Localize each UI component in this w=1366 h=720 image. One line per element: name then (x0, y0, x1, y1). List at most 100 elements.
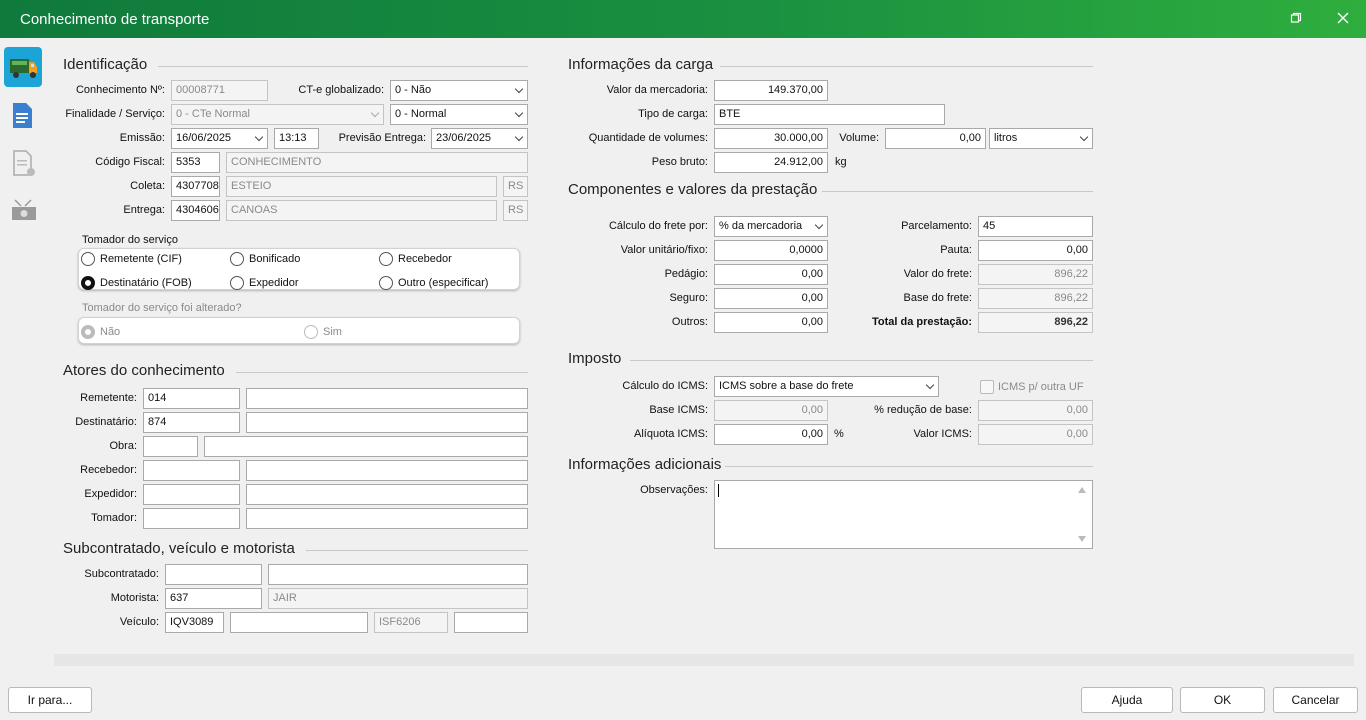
valor-icms-label: Valor ICMS: (913, 428, 972, 440)
aliquota-icms-label: Alíquota ICMS: (634, 428, 708, 440)
close-icon[interactable] (1333, 9, 1353, 29)
peso-bruto-input[interactable]: 24.912,00 (714, 152, 828, 173)
previsao-label: Previsão Entrega: (338, 132, 426, 144)
radio-sim[interactable]: Sim (304, 323, 342, 341)
coleta-code-input[interactable]: 4307708 (171, 176, 220, 197)
entrega-city: CANOAS (226, 200, 497, 221)
radio-recebedor[interactable]: Recebedor (379, 250, 452, 268)
cancelar-button[interactable]: Cancelar (1273, 687, 1358, 713)
subcontratado-code-input[interactable] (165, 564, 262, 585)
valor-unitario-label: Valor unitário/fixo: (620, 244, 708, 256)
parcelamento-input[interactable]: 45 (978, 216, 1093, 237)
window-title: Conhecimento de transporte (20, 11, 210, 28)
calculo-frete-select[interactable]: % da mercadoria (714, 216, 828, 237)
destinatario-code-input[interactable]: 874 (143, 412, 240, 433)
emissao-date-input[interactable]: 16/06/2025 (171, 128, 268, 149)
calculo-icms-select[interactable]: ICMS sobre a base do frete (714, 376, 939, 397)
servico-select[interactable]: 0 - Normal (390, 104, 528, 125)
previsao-date-input[interactable]: 23/06/2025 (431, 128, 528, 149)
radio-expedidor[interactable]: Expedidor (230, 274, 299, 292)
sidebar (0, 38, 46, 678)
truck-icon[interactable] (4, 47, 42, 87)
seguro-input[interactable]: 0,00 (714, 288, 828, 309)
total-prestacao-value: 896,22 (978, 312, 1093, 333)
veiculo-extra-input[interactable] (454, 612, 528, 633)
codigo-fiscal-input[interactable]: 5353 (171, 152, 220, 173)
obra-code-input[interactable] (143, 436, 198, 457)
entrega-uf: RS (503, 200, 528, 221)
restore-icon[interactable] (1286, 9, 1306, 29)
finalidade-select[interactable]: 0 - CTe Normal (171, 104, 384, 125)
codigo-fiscal-desc: CONHECIMENTO (226, 152, 528, 173)
adicionais-title: Informações adicionais (568, 456, 722, 473)
divider (306, 550, 528, 551)
radio-destinatario[interactable]: Destinatário (FOB) (81, 274, 192, 292)
codigo-fiscal-label: Código Fiscal: (95, 156, 165, 168)
motorista-name: JAIR (268, 588, 528, 609)
divider (720, 66, 1093, 67)
document-icon[interactable] (4, 95, 42, 135)
peso-unit: kg (835, 156, 847, 168)
ok-button[interactable]: OK (1180, 687, 1265, 713)
subcontratado-name-input[interactable] (268, 564, 528, 585)
obra-name-input[interactable] (204, 436, 528, 457)
finalidade-label: Finalidade / Serviço: (65, 108, 165, 120)
scroll-down-icon[interactable] (1078, 536, 1086, 542)
scroll-up-icon[interactable] (1078, 487, 1086, 493)
outros-label: Outros: (671, 316, 708, 328)
pauta-input[interactable]: 0,00 (978, 240, 1093, 261)
outros-input[interactable]: 0,00 (714, 312, 828, 333)
tomador-code-input[interactable] (143, 508, 240, 529)
radio-bonificado[interactable]: Bonificado (230, 250, 300, 268)
radio-remetente[interactable]: Remetente (CIF) (81, 250, 182, 268)
status-strip (54, 654, 1354, 666)
emissao-time-input[interactable]: 13:13 (274, 128, 319, 149)
remetente-name-input[interactable] (246, 388, 528, 409)
quantidade-volumes-input[interactable]: 30.000,00 (714, 128, 828, 149)
valor-unitario-input[interactable]: 0,0000 (714, 240, 828, 261)
base-frete-value: 896,22 (978, 288, 1093, 309)
reducao-base-value: 0,00 (978, 400, 1093, 421)
remetente-code-input[interactable]: 014 (143, 388, 240, 409)
radio-nao[interactable]: Não (81, 323, 120, 341)
volume-input[interactable]: 0,00 (885, 128, 986, 149)
recebedor-code-input[interactable] (143, 460, 240, 481)
valor-mercadoria-input[interactable]: 149.370,00 (714, 80, 828, 101)
ir-para-button[interactable]: Ir para... (8, 687, 92, 713)
veiculo-desc-input[interactable] (230, 612, 368, 633)
valor-mercadoria-label: Valor da mercadoria: (606, 84, 708, 96)
radio-outro[interactable]: Outro (especificar) (379, 274, 488, 292)
pauta-label: Pauta: (940, 244, 972, 256)
expedidor-label: Expedidor: (84, 488, 137, 500)
recebedor-name-input[interactable] (246, 460, 528, 481)
conhecimento-input[interactable]: 00008771 (171, 80, 268, 101)
recebedor-label: Recebedor: (80, 464, 137, 476)
cte-select[interactable]: 0 - Não (390, 80, 528, 101)
atores-title: Atores do conhecimento (63, 362, 225, 379)
subcontratado-label: Subcontratado: (84, 568, 159, 580)
divider (236, 372, 528, 373)
volume-unit-select[interactable]: litros (989, 128, 1093, 149)
calculo-icms-label: Cálculo do ICMS: (622, 380, 708, 392)
identificacao-title: Identificação (63, 56, 148, 73)
conhecimento-label: Conhecimento Nº: (75, 84, 165, 96)
tomador-name-input[interactable] (246, 508, 528, 529)
aliquota-icms-input[interactable]: 0,00 (714, 424, 828, 445)
motorista-code-input[interactable]: 637 (165, 588, 262, 609)
ajuda-button[interactable]: Ajuda (1081, 687, 1173, 713)
calculo-frete-label: Cálculo do frete por: (608, 220, 708, 232)
money-icon[interactable] (4, 191, 42, 231)
entrega-code-input[interactable]: 4304606 (171, 200, 220, 221)
observacoes-textarea[interactable] (714, 480, 1093, 549)
veiculo-placa-input[interactable]: IQV3089 (165, 612, 224, 633)
expedidor-name-input[interactable] (246, 484, 528, 505)
tipo-carga-label: Tipo de carga: (638, 108, 708, 120)
icms-outra-uf-checkbox[interactable]: ICMS p/ outra UF (980, 379, 1084, 395)
destinatario-name-input[interactable] (246, 412, 528, 433)
tipo-carga-input[interactable]: BTE (714, 104, 945, 125)
pedagio-input[interactable]: 0,00 (714, 264, 828, 285)
document-settings-icon[interactable] (4, 143, 42, 183)
expedidor-code-input[interactable] (143, 484, 240, 505)
title-bar: Conhecimento de transporte (0, 0, 1366, 38)
coleta-city: ESTEIO (226, 176, 497, 197)
